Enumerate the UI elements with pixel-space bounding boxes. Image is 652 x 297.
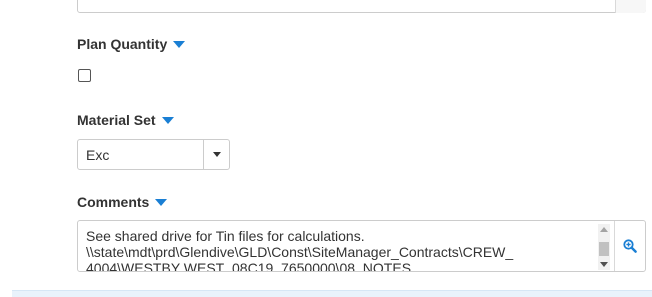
comments-label-row: Comments [77, 194, 168, 210]
previous-field-button[interactable] [615, 0, 646, 13]
comments-line: \\state\mdt\prd\Glendive\GLD\Const\SiteM… [86, 244, 514, 260]
material-set-value: Exc [86, 146, 110, 163]
form-panel: Plan Quantity Material Set Exc Comments … [0, 0, 652, 297]
material-set-select[interactable]: Exc [77, 139, 230, 170]
section-divider [12, 290, 652, 297]
caret-down-icon[interactable] [155, 199, 168, 206]
dropdown-toggle-button[interactable] [203, 140, 229, 169]
plan-quantity-label: Plan Quantity [77, 36, 168, 52]
comments-text[interactable]: See shared drive for Tin files for calcu… [78, 221, 614, 271]
material-set-label: Material Set [77, 112, 156, 128]
scroll-down-icon[interactable] [600, 262, 608, 267]
caret-down-icon[interactable] [173, 41, 186, 48]
scrollbar-thumb[interactable] [599, 242, 609, 256]
plan-quantity-checkbox[interactable] [78, 69, 91, 82]
plan-quantity-label-row: Plan Quantity [77, 36, 186, 52]
zoom-in-icon [623, 239, 637, 253]
material-set-label-row: Material Set [77, 112, 174, 128]
textarea-scrollbar[interactable] [598, 224, 610, 270]
zoom-button[interactable] [614, 221, 645, 271]
chevron-down-icon [212, 152, 221, 157]
comments-line: See shared drive for Tin files for calcu… [86, 228, 365, 244]
comments-line: 4004\WESTBY WEST_08C19_7650000\08_NOTES [86, 260, 412, 271]
comments-label: Comments [77, 194, 150, 210]
comments-textarea[interactable]: See shared drive for Tin files for calcu… [77, 220, 646, 272]
scroll-up-icon[interactable] [600, 227, 608, 232]
previous-field-textarea[interactable] [77, 0, 646, 13]
caret-down-icon[interactable] [161, 117, 174, 124]
